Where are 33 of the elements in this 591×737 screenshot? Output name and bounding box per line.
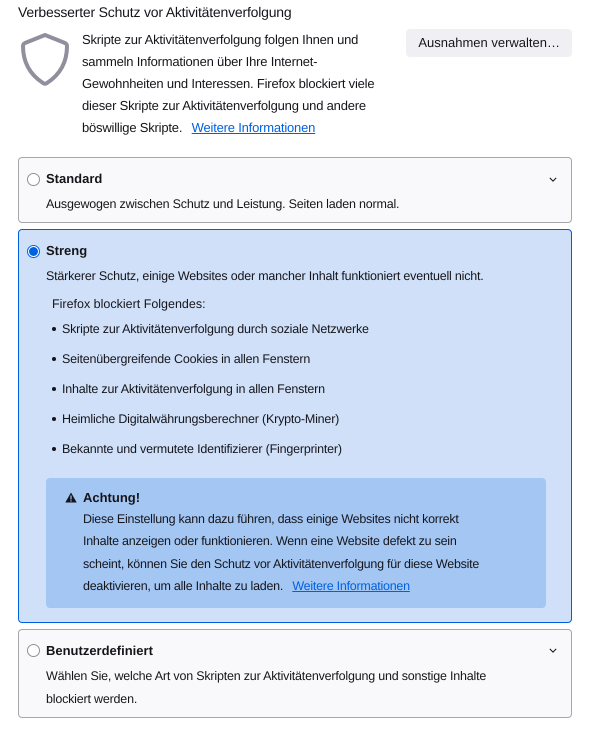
chevron-down-icon[interactable] (549, 176, 557, 182)
blocked-item: Bekannte und vermutete Identifizierer (Fingerprinter) (62, 440, 342, 458)
manage-exceptions-button[interactable]: Ausnahmen verwalten… (406, 29, 572, 57)
bullet-icon (52, 447, 56, 451)
warning-icon (65, 492, 77, 504)
bullet-icon (52, 327, 56, 331)
option-label: Streng (46, 242, 88, 260)
radio-button[interactable] (27, 644, 40, 657)
option-description: Stärkerer Schutz, einige Websites oder mancher Inhalt funktioniert eventuell nicht. (46, 268, 485, 285)
bullet-icon (52, 417, 56, 421)
bullet-icon (52, 387, 56, 391)
protection-option-card[interactable]: Standard Ausgewogen zwischen Schutz und Leistung. Seiten laden normal. (18, 157, 572, 223)
blocked-item: Inhalte zur Aktivitätenverfolgung in allen Fenstern (62, 380, 325, 398)
bullet-icon (52, 357, 56, 361)
section-heading: Verbesserter Schutz vor Aktivitätenverfolgung (18, 3, 292, 22)
radio-button[interactable] (27, 172, 40, 186)
warning-title: Achtung! (83, 489, 140, 507)
option-label: Standard (46, 170, 102, 188)
learn-more-link[interactable]: Weitere Informationen (192, 120, 316, 135)
option-description: Ausgewogen zwischen Schutz und Leistung. Seiten laden normal. (46, 196, 400, 213)
protection-option-card[interactable] (18, 229, 572, 622)
intro-text: Skripte zur Aktivitätenverfolgung folgen Ihnen und sammeln Informationen über Ihre Internet-Gewohnheiten und Interessen. Firefox blockiert viele dieser Skripte zur Aktivitätenverfolgung und andere böswillige Skripte. Weitere Informationen (82, 31, 376, 137)
option-label: Benutzerdefiniert (46, 642, 153, 660)
option-description: Wählen Sie, welche Art von Skripten zur Aktivitätenverfolgung und sonstige Inhalte blockiert werden. (46, 668, 488, 708)
blocked-item: Seitenübergreifende Cookies in allen Fenstern (62, 350, 310, 368)
chevron-down-icon[interactable] (549, 648, 557, 653)
blocked-list-title: Firefox blockiert Folgendes: (52, 296, 207, 313)
protection-option-card[interactable]: Benutzerdefiniert Wählen Sie, welche Art von Skripten zur Aktivitätenverfolgung und sonstige Inhalte blockiert werden. (18, 628, 572, 718)
blocked-item: Skripte zur Aktivitätenverfolgung durch soziale Netzwerke (62, 320, 369, 338)
shield-icon (20, 32, 70, 88)
radio-button[interactable] (27, 244, 40, 258)
warning-text: Diese Einstellung kann dazu führen, dass einige Websites nicht korrekt Inhalte anzeigen oder funktionieren. Wenn eine Website defekt zu sein scheint, können Sie den Schutz vor Aktivitätenverfolgung für diese Website deaktivieren, um alle Inhalte zu laden. Weitere Informationen (83, 510, 480, 595)
blocked-item: Heimliche Digitalwährungsberechner (Krypto-Miner) (62, 410, 340, 428)
